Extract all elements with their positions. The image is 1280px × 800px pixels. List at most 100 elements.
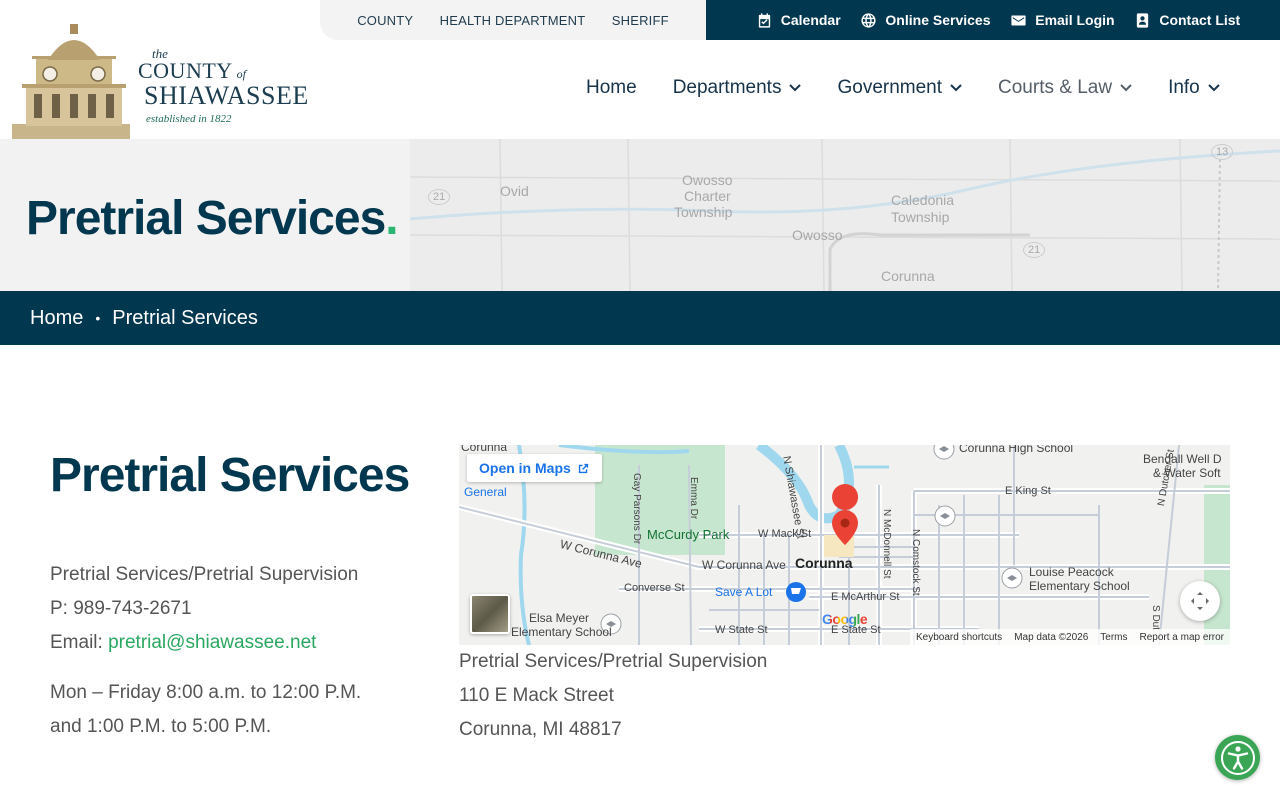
online-services-link[interactable]: Online Services (860, 12, 990, 29)
banner-map-label-caledonia: Caledonia (891, 192, 955, 208)
banner-title-dot: . (385, 192, 398, 245)
banner-map-label-corunna: Corunna (881, 268, 935, 284)
online-services-label: Online Services (885, 12, 991, 28)
utility-nav-right: Calendar Online Services Email Login Con… (706, 0, 1280, 40)
banner-title: Pretrial Services. (26, 191, 399, 246)
map-label-corunna-high-school: Corunna High School (959, 445, 1074, 455)
satellite-toggle[interactable] (470, 594, 510, 634)
breadcrumb-separator: • (95, 310, 101, 326)
accessibility-icon (1220, 740, 1255, 775)
map-label-gay-parsons-dr: Gay Parsons Dr (631, 473, 642, 545)
banner-title-text: Pretrial Services (26, 192, 386, 245)
banner-map-background (410, 139, 1280, 291)
map-label-elsa-meyer: Elsa Meyer (529, 611, 590, 625)
map-label-e-mcarthur-st: E McArthur St (831, 591, 900, 603)
email-label: Email: (50, 632, 109, 653)
email-login-link[interactable]: Email Login (1010, 12, 1115, 29)
map-label-n-mcdonnell-st: N McDonnell St (881, 509, 892, 579)
courthouse-icon (12, 24, 130, 140)
contact-info: Pretrial Services/Pretrial Supervision P… (50, 558, 358, 660)
banner-map-label-ovid: Ovid (500, 183, 529, 199)
map-label-louise-peacock: Louise Peacock (1029, 565, 1114, 579)
chevron-down-icon (1120, 84, 1132, 92)
nav-government[interactable]: Government (819, 66, 980, 110)
logo-county: COUNTY (138, 58, 233, 83)
nav-departments-label: Departments (672, 77, 782, 98)
map-label-s-dutcher: S Dut (1150, 605, 1161, 631)
map-camera-control[interactable] (1180, 581, 1220, 621)
google-logo: Google (822, 611, 868, 627)
office-hours: Mon – Friday 8:00 a.m. to 12:00 P.M. and… (50, 676, 361, 744)
banner-map-label-township: Township (674, 204, 733, 220)
report-map-error-link[interactable]: Report a map error (1140, 632, 1224, 643)
mail-icon (1011, 15, 1026, 25)
office-address: Pretrial Services/Pretrial Supervision 1… (459, 645, 767, 747)
phone-number: P: 989-743-2671 (50, 598, 192, 619)
map-label-bendall-1: Bendall Well D (1143, 452, 1222, 466)
banner-map-label-owosso-2: Owosso (792, 227, 843, 243)
chevron-down-icon (1208, 84, 1220, 92)
map-label-w-state-st: W State St (715, 624, 768, 636)
banner-map-label-owosso: Owosso (682, 172, 733, 188)
calendar-link[interactable]: Calendar (756, 12, 841, 29)
contact-list-link[interactable]: Contact List (1134, 12, 1240, 29)
nav-government-label: Government (837, 77, 943, 98)
nav-courts-law[interactable]: Courts & Law (980, 66, 1150, 110)
breadcrumb-home[interactable]: Home (30, 307, 83, 330)
keyboard-shortcuts-link[interactable]: Keyboard shortcuts (916, 632, 1002, 643)
map-label-e-king-st: E King St (1005, 485, 1051, 497)
nav-courts-law-label: Courts & Law (998, 77, 1113, 98)
accessibility-button[interactable] (1215, 735, 1260, 780)
address-line-1: Pretrial Services/Pretrial Supervision (459, 651, 768, 672)
map-label-corunna: Corunna (795, 555, 853, 571)
logo-established: established in 1822 (146, 113, 232, 125)
logo-wordmark: the COUNTY of SHIAWASSEE established in … (138, 47, 309, 125)
map-label-louise-school: Elementary School (1029, 579, 1130, 593)
map-label-general: General (464, 485, 507, 499)
embedded-map[interactable]: Open in Maps Corunna General McCurdy Par… (459, 445, 1230, 645)
terms-link[interactable]: Terms (1100, 632, 1127, 643)
breadcrumb: Home • Pretrial Services (0, 291, 1280, 345)
email-login-label: Email Login (1035, 12, 1115, 28)
map-data-label: Map data ©2026 (1014, 631, 1089, 643)
map-label-converse-st: Converse St (624, 582, 685, 594)
nav-departments[interactable]: Departments (655, 66, 820, 110)
utility-nav-left: COUNTY HEALTH DEPARTMENT SHERIFF (320, 0, 706, 40)
open-in-maps-link[interactable]: Open in Maps (467, 454, 602, 482)
nav-info[interactable]: Info (1150, 66, 1238, 110)
contact-icon (1137, 12, 1149, 28)
main-nav: Home Departments Government Courts & Law… (568, 66, 1238, 110)
service-name: Pretrial Services/Pretrial Supervision (50, 564, 359, 585)
banner-map-label-township-2: Township (891, 209, 950, 225)
map-label-w-corunna-ave-2: W Corunna Ave (702, 558, 786, 572)
county-logo[interactable]: the COUNTY of SHIAWASSEE established in … (12, 22, 322, 140)
map-label-elsa-school: Elementary School (511, 625, 612, 639)
google-logo-text: Google (822, 611, 868, 627)
sheriff-link[interactable]: SHERIFF (612, 13, 669, 28)
hours-line-2: and 1:00 P.M. to 5:00 P.M. (50, 716, 272, 737)
external-link-icon (578, 463, 588, 473)
hours-line-1: Mon – Friday 8:00 a.m. to 12:00 P.M. (50, 682, 362, 703)
address-line-2: 110 E Mack Street (459, 685, 614, 706)
nav-home[interactable]: Home (568, 66, 655, 110)
calendar-label: Calendar (780, 12, 841, 28)
contact-list-label: Contact List (1159, 12, 1241, 28)
map-label-n-comstock-st: N Comstock St (910, 529, 921, 596)
map-label-mccurdy-park: McCurdy Park (647, 527, 730, 542)
content-title: Pretrial Services (50, 449, 410, 502)
chevron-down-icon (789, 84, 802, 92)
email-link[interactable]: pretrial@shiawassee.net (108, 632, 316, 653)
logo-of: of (236, 67, 247, 81)
open-in-maps-label: Open in Maps (479, 460, 571, 476)
health-department-link[interactable]: HEALTH DEPARTMENT (440, 13, 586, 28)
move-arrows-icon (1191, 592, 1209, 610)
logo-name: SHIAWASSEE (144, 81, 309, 110)
map-label-emma-dr: Emma Dr (688, 477, 699, 520)
email-row: Email: pretrial@shiawassee.net (50, 626, 358, 660)
page-banner: Ovid Owosso Charter Township Caledonia T… (0, 139, 1280, 291)
nav-home-label: Home (586, 77, 637, 98)
address-line-3: Corunna, MI 48817 (459, 719, 622, 740)
chevron-down-icon (950, 84, 962, 92)
county-link[interactable]: COUNTY (357, 13, 413, 28)
calendar-icon (758, 12, 770, 28)
